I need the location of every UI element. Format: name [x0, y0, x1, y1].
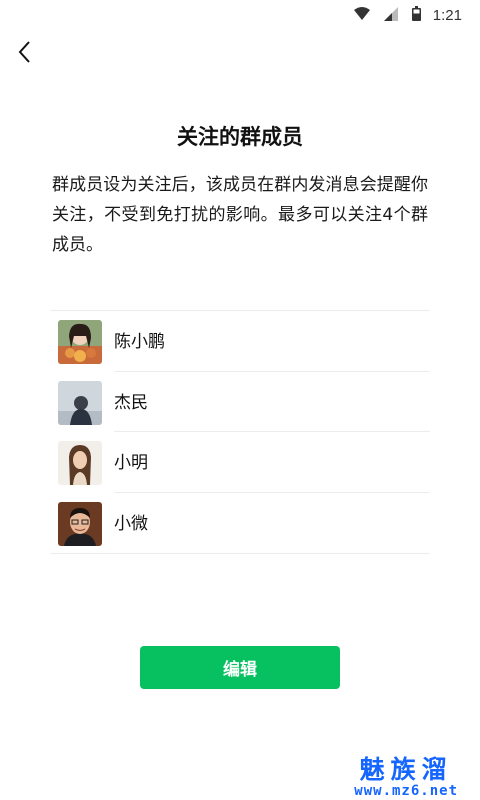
watermark-brand: 魅族溜 — [359, 755, 453, 784]
screen: 1:21 关注的群成员 群成员设为关注后，该成员在群内发消息会提醒你关注，不受到… — [0, 0, 480, 800]
battery-icon — [411, 5, 421, 25]
member-list: 陈小鹏 杰民 小明 小微 — [50, 310, 430, 554]
member-row[interactable]: 杰民 — [50, 372, 430, 432]
member-row[interactable]: 陈小鹏 — [50, 311, 430, 372]
status-bar: 1:21 — [0, 0, 480, 30]
status-icons: 1:21 — [340, 4, 462, 26]
chevron-left-icon — [17, 40, 31, 68]
watermark-url: www.mz6.net — [354, 783, 458, 799]
avatar — [58, 380, 102, 425]
edit-button[interactable]: 编辑 — [140, 646, 340, 689]
wifi-icon — [353, 6, 370, 25]
avatar — [58, 501, 102, 546]
signal-icon — [383, 6, 398, 25]
member-row[interactable]: 小微 — [50, 493, 430, 554]
page-title: 关注的群成员 — [177, 125, 303, 149]
member-name: 小明 — [114, 453, 148, 473]
status-time: 1:21 — [432, 6, 462, 24]
member-row[interactable]: 小明 — [50, 432, 430, 493]
back-button[interactable] — [6, 36, 42, 72]
watermark-logo: 魅族溜 www.mz6.net — [354, 755, 458, 799]
avatar — [58, 320, 102, 364]
member-name: 小微 — [114, 513, 148, 534]
avatar — [58, 441, 102, 485]
member-name: 杰民 — [114, 392, 148, 413]
member-name: 陈小鹏 — [114, 332, 165, 352]
page-description: 群成员设为关注后，该成员在群内发消息会提醒你关注，不受到免打扰的影响。最多可以关… — [52, 175, 428, 255]
